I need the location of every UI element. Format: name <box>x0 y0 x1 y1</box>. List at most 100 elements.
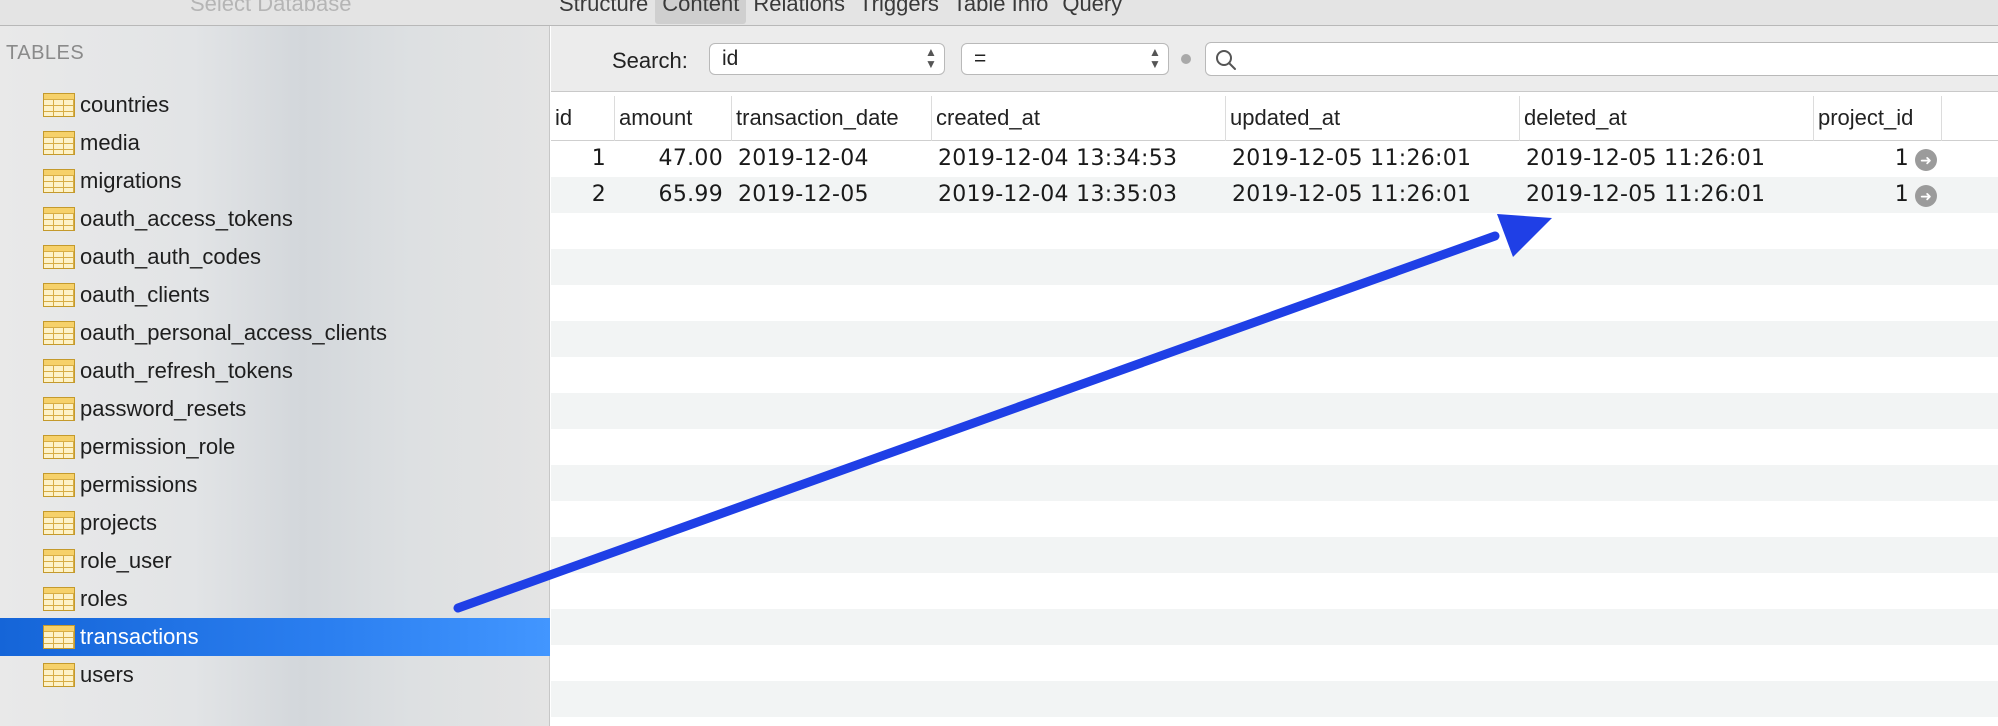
sidebar-item-label: oauth_auth_codes <box>80 244 262 269</box>
cell-id[interactable]: 1 <box>551 141 606 177</box>
magnifier-icon <box>1216 50 1236 70</box>
sidebar-item-label: role_user <box>80 548 172 573</box>
table-icon <box>43 283 75 307</box>
sidebar-item-label: oauth_access_tokens <box>80 206 293 231</box>
sidebar-item-roles[interactable]: roles <box>0 580 550 618</box>
cell-created-at[interactable]: 2019-12-04 13:34:53 <box>938 141 1177 177</box>
table-icon <box>43 435 75 459</box>
sidebar-item-oauth-clients[interactable]: oauth_clients <box>0 276 550 314</box>
tab-table-info[interactable]: Table Info <box>946 0 1055 26</box>
column-header-transaction-date[interactable]: transaction_date <box>732 96 932 141</box>
sidebar-item-label: users <box>80 662 134 687</box>
cell-id[interactable]: 2 <box>551 177 606 213</box>
table-icon <box>43 625 75 649</box>
cell-project-id[interactable]: 1 <box>1814 177 1909 213</box>
sidebar-item-role-user[interactable]: role_user <box>0 542 550 580</box>
search-input[interactable] <box>1205 42 1998 76</box>
empty-row <box>551 681 1998 717</box>
table-icon <box>43 321 75 345</box>
sidebar-item-label: countries <box>80 92 170 117</box>
tab-content[interactable]: Content <box>655 0 747 24</box>
cell-updated-at[interactable]: 2019-12-05 11:26:01 <box>1232 177 1471 213</box>
column-header-created-at[interactable]: created_at <box>932 96 1226 141</box>
column-header-project-id[interactable]: project_id <box>1814 96 1942 141</box>
sidebar-item-oauth-personal-access-clients[interactable]: oauth_personal_access_clients <box>0 314 550 352</box>
cell-deleted-at[interactable]: 2019-12-05 11:26:01 <box>1526 177 1765 213</box>
cell-deleted-at[interactable]: 2019-12-05 11:26:01 <box>1526 141 1765 177</box>
sidebar-item-label: permissions <box>80 472 198 497</box>
table-icon <box>43 245 75 269</box>
empty-row <box>551 213 1998 249</box>
sidebar-item-permission-role[interactable]: permission_role <box>0 428 550 466</box>
cell-amount[interactable]: 47.00 <box>615 141 723 177</box>
grid-body: 1 47.00 2019-12-04 2019-12-04 13:34:53 2… <box>551 141 1998 717</box>
sidebar-heading: TABLES <box>6 42 85 64</box>
sidebar-item-users[interactable]: users <box>0 656 550 694</box>
empty-row <box>551 321 1998 357</box>
filter-status-dot <box>1181 54 1191 64</box>
table-icon <box>43 587 75 611</box>
empty-row <box>551 501 1998 537</box>
column-header-updated-at[interactable]: updated_at <box>1226 96 1520 141</box>
filter-operator-select[interactable]: = ▲ ▼ <box>961 43 1169 75</box>
tab-query[interactable]: Query <box>1055 0 1129 26</box>
empty-row <box>551 609 1998 645</box>
sidebar-item-label: oauth_clients <box>80 282 210 307</box>
table-icon <box>43 473 75 497</box>
table-row[interactable]: 1 47.00 2019-12-04 2019-12-04 13:34:53 2… <box>551 141 1998 177</box>
sidebar-item-projects[interactable]: projects <box>0 504 550 542</box>
arrow-right-circle-icon[interactable]: ➜ <box>1915 149 1937 171</box>
empty-row <box>551 465 1998 501</box>
table-row[interactable]: 2 65.99 2019-12-05 2019-12-04 13:35:03 2… <box>551 177 1998 213</box>
empty-row <box>551 573 1998 609</box>
table-icon <box>43 397 75 421</box>
sidebar-item-migrations[interactable]: migrations <box>0 162 550 200</box>
sidebar-item-countries[interactable]: countries <box>0 86 550 124</box>
tab-structure[interactable]: Structure <box>552 0 655 26</box>
sidebar-item-oauth-refresh-tokens[interactable]: oauth_refresh_tokens <box>0 352 550 390</box>
arrow-right-circle-icon[interactable]: ➜ <box>1915 185 1937 207</box>
top-toolbar: Select Database Structure Content Relati… <box>0 0 1998 26</box>
sidebar-item-label: oauth_personal_access_clients <box>80 320 387 345</box>
content-pane: Search: id ▲ ▼ = ▲ ▼ id amount transaction… <box>551 26 1998 726</box>
cell-transaction-date[interactable]: 2019-12-04 <box>738 141 869 177</box>
sidebar-item-password-resets[interactable]: password_resets <box>0 390 550 428</box>
table-icon <box>43 207 75 231</box>
table-icon <box>43 663 75 687</box>
sidebar-item-label: roles <box>80 586 128 611</box>
filter-field-value: id <box>722 47 739 70</box>
empty-row <box>551 393 1998 429</box>
empty-row <box>551 429 1998 465</box>
sidebar-item-oauth-auth-codes[interactable]: oauth_auth_codes <box>0 238 550 276</box>
column-header-deleted-at[interactable]: deleted_at <box>1520 96 1814 141</box>
sidebar-item-label: password_resets <box>80 396 247 421</box>
data-grid: id amount transaction_date created_at up… <box>551 96 1998 717</box>
cell-amount[interactable]: 65.99 <box>615 177 723 213</box>
column-header-amount[interactable]: amount <box>615 96 732 141</box>
table-icon <box>43 549 75 573</box>
sidebar-item-transactions[interactable]: transactions <box>0 618 550 656</box>
sidebar-item-permissions[interactable]: permissions <box>0 466 550 504</box>
tab-relations[interactable]: Relations <box>746 0 852 26</box>
filter-field-select[interactable]: id ▲ ▼ <box>709 43 945 75</box>
database-select[interactable]: Select Database <box>190 0 351 16</box>
cell-transaction-date[interactable]: 2019-12-05 <box>738 177 869 213</box>
sidebar-item-label: projects <box>80 510 158 535</box>
sidebar-item-label: migrations <box>80 168 182 193</box>
sidebar-item-label: oauth_refresh_tokens <box>80 358 293 383</box>
grid-header: id amount transaction_date created_at up… <box>551 96 1998 141</box>
tab-triggers[interactable]: Triggers <box>852 0 946 26</box>
cell-updated-at[interactable]: 2019-12-05 11:26:01 <box>1232 141 1471 177</box>
tables-sidebar: TABLES countries media migrations oauth_… <box>0 26 550 726</box>
up-down-chevron-icon: ▲ ▼ <box>925 45 937 71</box>
empty-row <box>551 645 1998 681</box>
sidebar-item-oauth-access-tokens[interactable]: oauth_access_tokens <box>0 200 550 238</box>
empty-row <box>551 285 1998 321</box>
cell-project-id[interactable]: 1 <box>1814 141 1909 177</box>
column-header-id[interactable]: id <box>551 96 615 141</box>
cell-created-at[interactable]: 2019-12-04 13:35:03 <box>938 177 1177 213</box>
sidebar-item-media[interactable]: media <box>0 124 550 162</box>
filter-operator-value: = <box>974 47 987 70</box>
table-icon <box>43 511 75 535</box>
sidebar-item-label: transactions <box>80 624 199 649</box>
